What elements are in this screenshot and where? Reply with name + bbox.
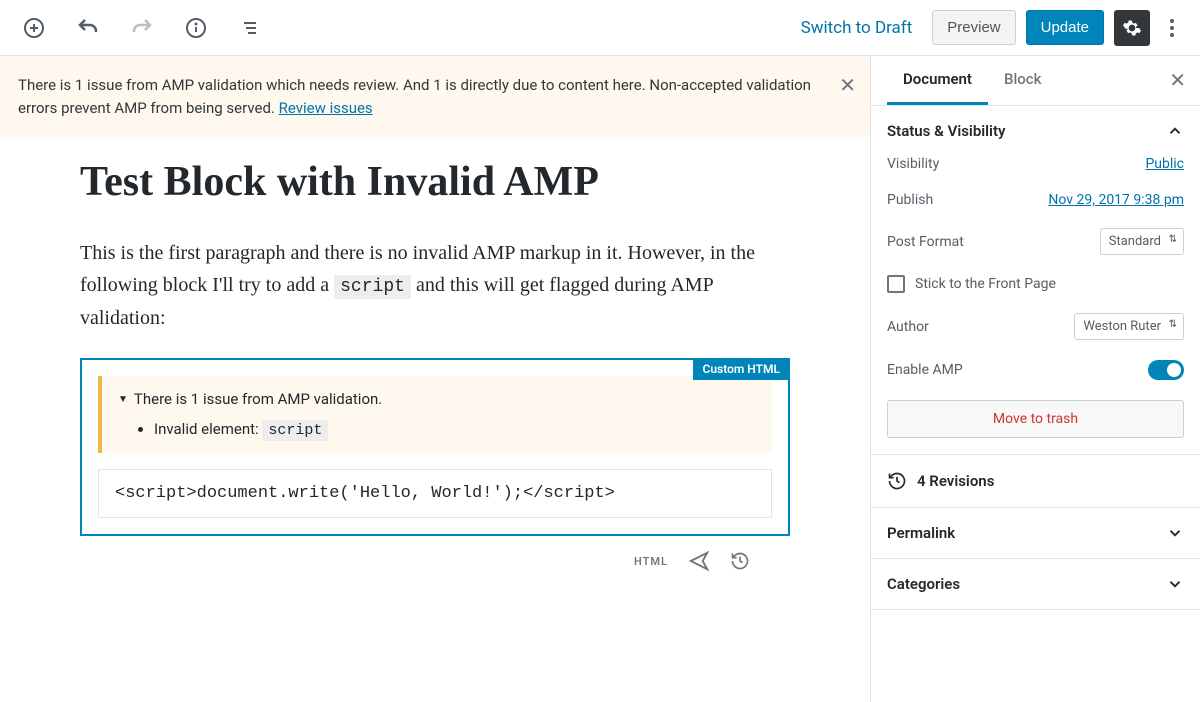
content: Test Block with Invalid AMP This is the … xyxy=(0,137,870,592)
enable-amp-toggle[interactable] xyxy=(1148,360,1184,380)
publish-row: Publish Nov 29, 2017 9:38 pm xyxy=(887,192,1184,208)
sidebar-tabs: Document Block ✕ xyxy=(871,56,1200,106)
notice-text: There is 1 issue from AMP validation whi… xyxy=(18,76,811,117)
sidebar-close-icon[interactable]: ✕ xyxy=(1169,68,1186,92)
editor-area: There is 1 issue from AMP validation whi… xyxy=(0,56,870,702)
panel-body-status: Visibility Public Publish Nov 29, 2017 9… xyxy=(871,156,1200,454)
warning-item-code: script xyxy=(262,420,328,441)
panel-categories: Categories xyxy=(871,559,1200,610)
html-code-input[interactable]: <script>document.write('Hello, World!');… xyxy=(98,469,772,518)
tab-document[interactable]: Document xyxy=(887,56,988,105)
warning-summary-text: There is 1 issue from AMP validation. xyxy=(134,390,382,408)
switch-to-draft-link[interactable]: Switch to Draft xyxy=(791,10,923,46)
permalink-title: Permalink xyxy=(887,524,955,542)
post-format-select[interactable]: Standard xyxy=(1100,228,1184,255)
visibility-row: Visibility Public xyxy=(887,156,1184,172)
revisions-row[interactable]: 4 Revisions xyxy=(871,455,1200,508)
topbar-right: Switch to Draft Preview Update xyxy=(791,10,1184,46)
warning-item: Invalid element: script xyxy=(154,420,756,439)
add-block-button[interactable] xyxy=(16,10,52,46)
block-type-label: Custom HTML xyxy=(693,358,790,380)
chevron-down-icon xyxy=(1166,524,1184,542)
amp-warning-box: ▼ There is 1 issue from AMP validation. … xyxy=(98,376,772,453)
panel-status-visibility: Status & Visibility Visibility Public Pu… xyxy=(871,106,1200,455)
update-button[interactable]: Update xyxy=(1026,10,1104,45)
history-icon[interactable] xyxy=(730,550,750,572)
settings-sidebar: Document Block ✕ Status & Visibility Vis… xyxy=(870,56,1200,702)
outline-button[interactable] xyxy=(232,10,268,46)
warning-summary[interactable]: ▼ There is 1 issue from AMP validation. xyxy=(118,390,756,408)
author-select[interactable]: Weston Ruter xyxy=(1074,313,1184,340)
chevron-up-icon xyxy=(1166,122,1184,140)
review-issues-link[interactable]: Review issues xyxy=(279,99,373,117)
move-to-trash-button[interactable]: Move to trash xyxy=(887,400,1184,438)
undo-button[interactable] xyxy=(70,10,106,46)
more-options-button[interactable] xyxy=(1160,10,1184,46)
preview-button[interactable]: Preview xyxy=(932,10,1015,45)
panel-head-status[interactable]: Status & Visibility xyxy=(871,106,1200,156)
revisions-label: 4 Revisions xyxy=(917,472,994,490)
visibility-value-link[interactable]: Public xyxy=(1145,156,1184,172)
main: There is 1 issue from AMP validation whi… xyxy=(0,56,1200,702)
panel-title: Status & Visibility xyxy=(887,122,1005,140)
post-format-label: Post Format xyxy=(887,234,964,250)
enable-amp-label: Enable AMP xyxy=(887,362,963,378)
notice-close-icon[interactable]: ✕ xyxy=(839,70,856,100)
flag-icon[interactable] xyxy=(688,550,710,572)
topbar-left xyxy=(16,10,268,46)
html-mode-button[interactable]: HTML xyxy=(634,550,668,572)
amp-notice: There is 1 issue from AMP validation whi… xyxy=(0,56,870,137)
visibility-label: Visibility xyxy=(887,156,939,172)
post-format-row: Post Format Standard xyxy=(887,228,1184,255)
post-title[interactable]: Test Block with Invalid AMP xyxy=(80,157,790,207)
publish-label: Publish xyxy=(887,192,933,208)
warning-item-text: Invalid element: xyxy=(154,420,262,438)
stick-checkbox[interactable] xyxy=(887,275,905,293)
custom-html-block[interactable]: Custom HTML ▼ There is 1 issue from AMP … xyxy=(80,358,790,536)
panel-head-categories[interactable]: Categories xyxy=(871,559,1200,609)
block-toolbar: HTML xyxy=(80,536,790,572)
chevron-down-icon xyxy=(1166,575,1184,593)
stick-label: Stick to the Front Page xyxy=(915,276,1056,292)
publish-value-link[interactable]: Nov 29, 2017 9:38 pm xyxy=(1048,192,1184,208)
author-row: Author Weston Ruter xyxy=(887,313,1184,340)
redo-button[interactable] xyxy=(124,10,160,46)
history-icon xyxy=(887,471,907,491)
author-label: Author xyxy=(887,319,929,335)
settings-button[interactable] xyxy=(1114,10,1150,46)
stick-front-page-row[interactable]: Stick to the Front Page xyxy=(887,275,1184,293)
topbar: Switch to Draft Preview Update xyxy=(0,0,1200,56)
para-code: script xyxy=(334,275,411,299)
warning-list: Invalid element: script xyxy=(118,420,756,439)
paragraph-block[interactable]: This is the first paragraph and there is… xyxy=(80,237,790,334)
panel-permalink: Permalink xyxy=(871,508,1200,559)
tab-block[interactable]: Block xyxy=(988,56,1057,105)
disclosure-triangle-icon: ▼ xyxy=(118,394,128,405)
panel-head-permalink[interactable]: Permalink xyxy=(871,508,1200,558)
categories-title: Categories xyxy=(887,575,960,593)
info-button[interactable] xyxy=(178,10,214,46)
enable-amp-row: Enable AMP xyxy=(887,360,1184,380)
